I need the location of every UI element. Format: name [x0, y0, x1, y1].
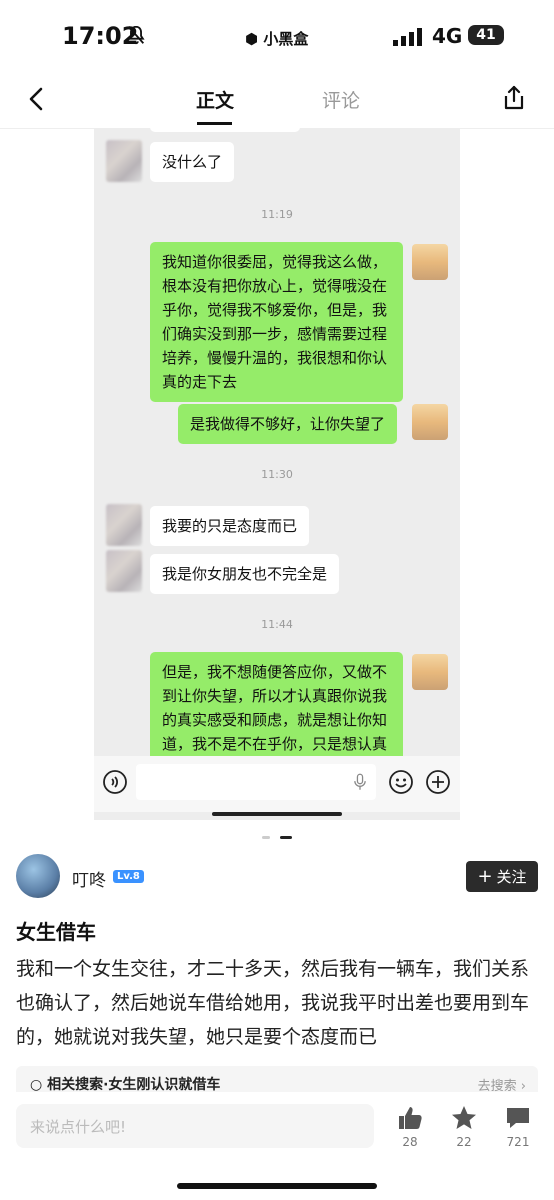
app-logo: ⬢ 小黑盒	[245, 28, 308, 49]
active-tab-indicator	[197, 122, 232, 125]
voice-icon	[103, 770, 127, 794]
message-outgoing: 我知道你很委屈，觉得我这么做，根本没有把你放心上，觉得哦没在乎你，觉得我不够爱你…	[150, 242, 403, 402]
home-indicator	[177, 1183, 377, 1189]
battery-indicator: 41	[468, 25, 504, 45]
chat-timestamp: 11:19	[261, 208, 293, 221]
image-page-dot-active	[280, 836, 292, 839]
like-count: 28	[402, 1135, 418, 1149]
thumbs-up-icon	[399, 1107, 422, 1129]
tab-content[interactable]: 正文	[196, 86, 234, 113]
app-name: 小黑盒	[263, 30, 309, 48]
my-avatar	[412, 654, 448, 690]
follow-label: 关注	[496, 868, 527, 886]
comment-bubble-icon	[507, 1108, 529, 1128]
plus-circle-icon	[426, 770, 450, 794]
network-type: 4G	[432, 24, 463, 48]
level-badge: Lv.8	[113, 870, 144, 883]
star-icon	[452, 1106, 476, 1129]
comment-count: 721	[506, 1135, 530, 1149]
related-search-label: ○ 相关搜索·女生刚认识就借车	[30, 1074, 220, 1094]
status-bar: 17:02 ⬢ 小黑盒 4G 41	[0, 0, 554, 70]
related-search-text: 相关搜索·女生刚认识就借车	[47, 1077, 221, 1093]
screenshot-home-bar	[212, 812, 342, 816]
contact-avatar	[106, 140, 142, 182]
chat-timestamp: 11:30	[261, 468, 293, 481]
my-avatar	[412, 244, 448, 280]
favorite-count: 22	[456, 1135, 472, 1149]
post-title: 女生借车	[16, 920, 96, 944]
my-avatar	[412, 404, 448, 440]
tab-comments[interactable]: 评论	[322, 86, 360, 113]
message-outgoing: 但是，我不想随便答应你，又做不到让你失望，所以才认真跟你说我的真实感受和顾虑，就…	[150, 652, 403, 764]
comment-placeholder: 来说点什么吧!	[30, 1118, 127, 1136]
follow-button[interactable]: + 关注	[466, 861, 538, 892]
image-page-dot	[262, 836, 270, 839]
emoji-icon	[389, 770, 413, 794]
back-arrow-icon[interactable]	[22, 84, 52, 114]
comment-input[interactable]: 来说点什么吧!	[16, 1104, 374, 1148]
message-incoming: 我要的只是态度而已	[150, 506, 310, 546]
like-button[interactable]: 28	[390, 1104, 430, 1149]
contact-avatar	[106, 504, 142, 546]
logo-glyph-icon: ⬢	[245, 30, 259, 48]
favorite-button[interactable]: 22	[444, 1104, 484, 1149]
mic-icon	[354, 773, 366, 790]
plus-icon: +	[477, 865, 493, 887]
share-icon[interactable]	[500, 84, 528, 112]
chat-input-bar	[94, 756, 460, 812]
partial-bubble	[150, 128, 300, 132]
comment-button[interactable]: 721	[498, 1104, 538, 1149]
message-incoming: 没什么了	[150, 142, 235, 182]
contact-avatar	[106, 550, 142, 592]
search-icon: ○	[30, 1077, 43, 1093]
author-name[interactable]: 叮咚	[72, 866, 106, 891]
message-outgoing: 是我做得不够好，让你失望了	[178, 404, 398, 444]
cell-signal-icon	[393, 28, 422, 46]
post-body: 我和一个女生交往，才二十多天，然后我有一辆车，我们关系也确认了，然后她说车借给她…	[16, 958, 530, 1048]
chat-screenshot-image[interactable]: 没什么了 11:19 我知道你很委屈，觉得我这么做，根本没有把你放心上，觉得哦没…	[94, 128, 460, 820]
chat-timestamp: 11:44	[261, 618, 293, 631]
top-nav	[0, 70, 554, 129]
author-avatar[interactable]	[16, 854, 60, 898]
message-incoming: 我是你女朋友也不完全是	[150, 554, 340, 594]
mute-bell-icon	[127, 25, 145, 45]
chat-input-box	[136, 764, 376, 800]
